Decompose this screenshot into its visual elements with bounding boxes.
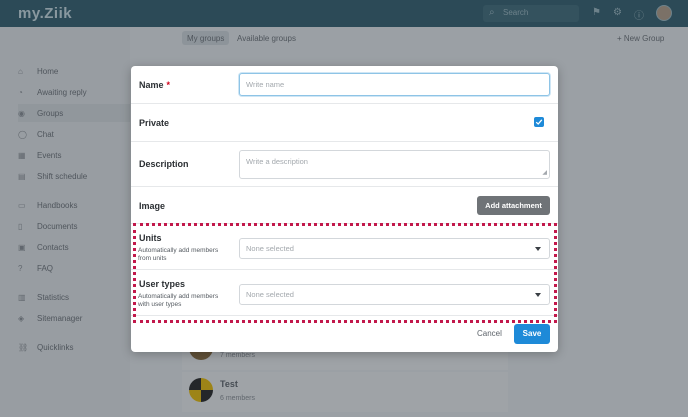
name-label: Name *: [139, 80, 170, 90]
save-button[interactable]: Save: [514, 324, 550, 344]
image-row: Image Add attachment: [131, 187, 558, 224]
private-row: Private: [131, 104, 558, 142]
image-label: Image: [139, 201, 166, 211]
name-placeholder: Write name: [246, 80, 285, 89]
required-marker: *: [166, 80, 171, 90]
description-label: Description: [139, 159, 189, 169]
resize-handle-icon[interactable]: ◢: [542, 169, 547, 176]
description-placeholder: Write a description: [246, 157, 308, 166]
check-icon: [535, 119, 543, 125]
cancel-button[interactable]: Cancel: [477, 329, 502, 338]
highlight-annotation: [133, 223, 557, 323]
private-checkbox[interactable]: [534, 117, 544, 127]
description-textarea[interactable]: Write a description ◢: [239, 150, 550, 179]
name-row: Name * Write name: [131, 66, 558, 104]
private-label: Private: [139, 118, 170, 128]
name-input[interactable]: Write name: [239, 73, 550, 96]
add-attachment-button[interactable]: Add attachment: [477, 196, 550, 215]
name-label-text: Name: [139, 80, 164, 90]
description-row: Description Write a description ◢: [131, 142, 558, 187]
